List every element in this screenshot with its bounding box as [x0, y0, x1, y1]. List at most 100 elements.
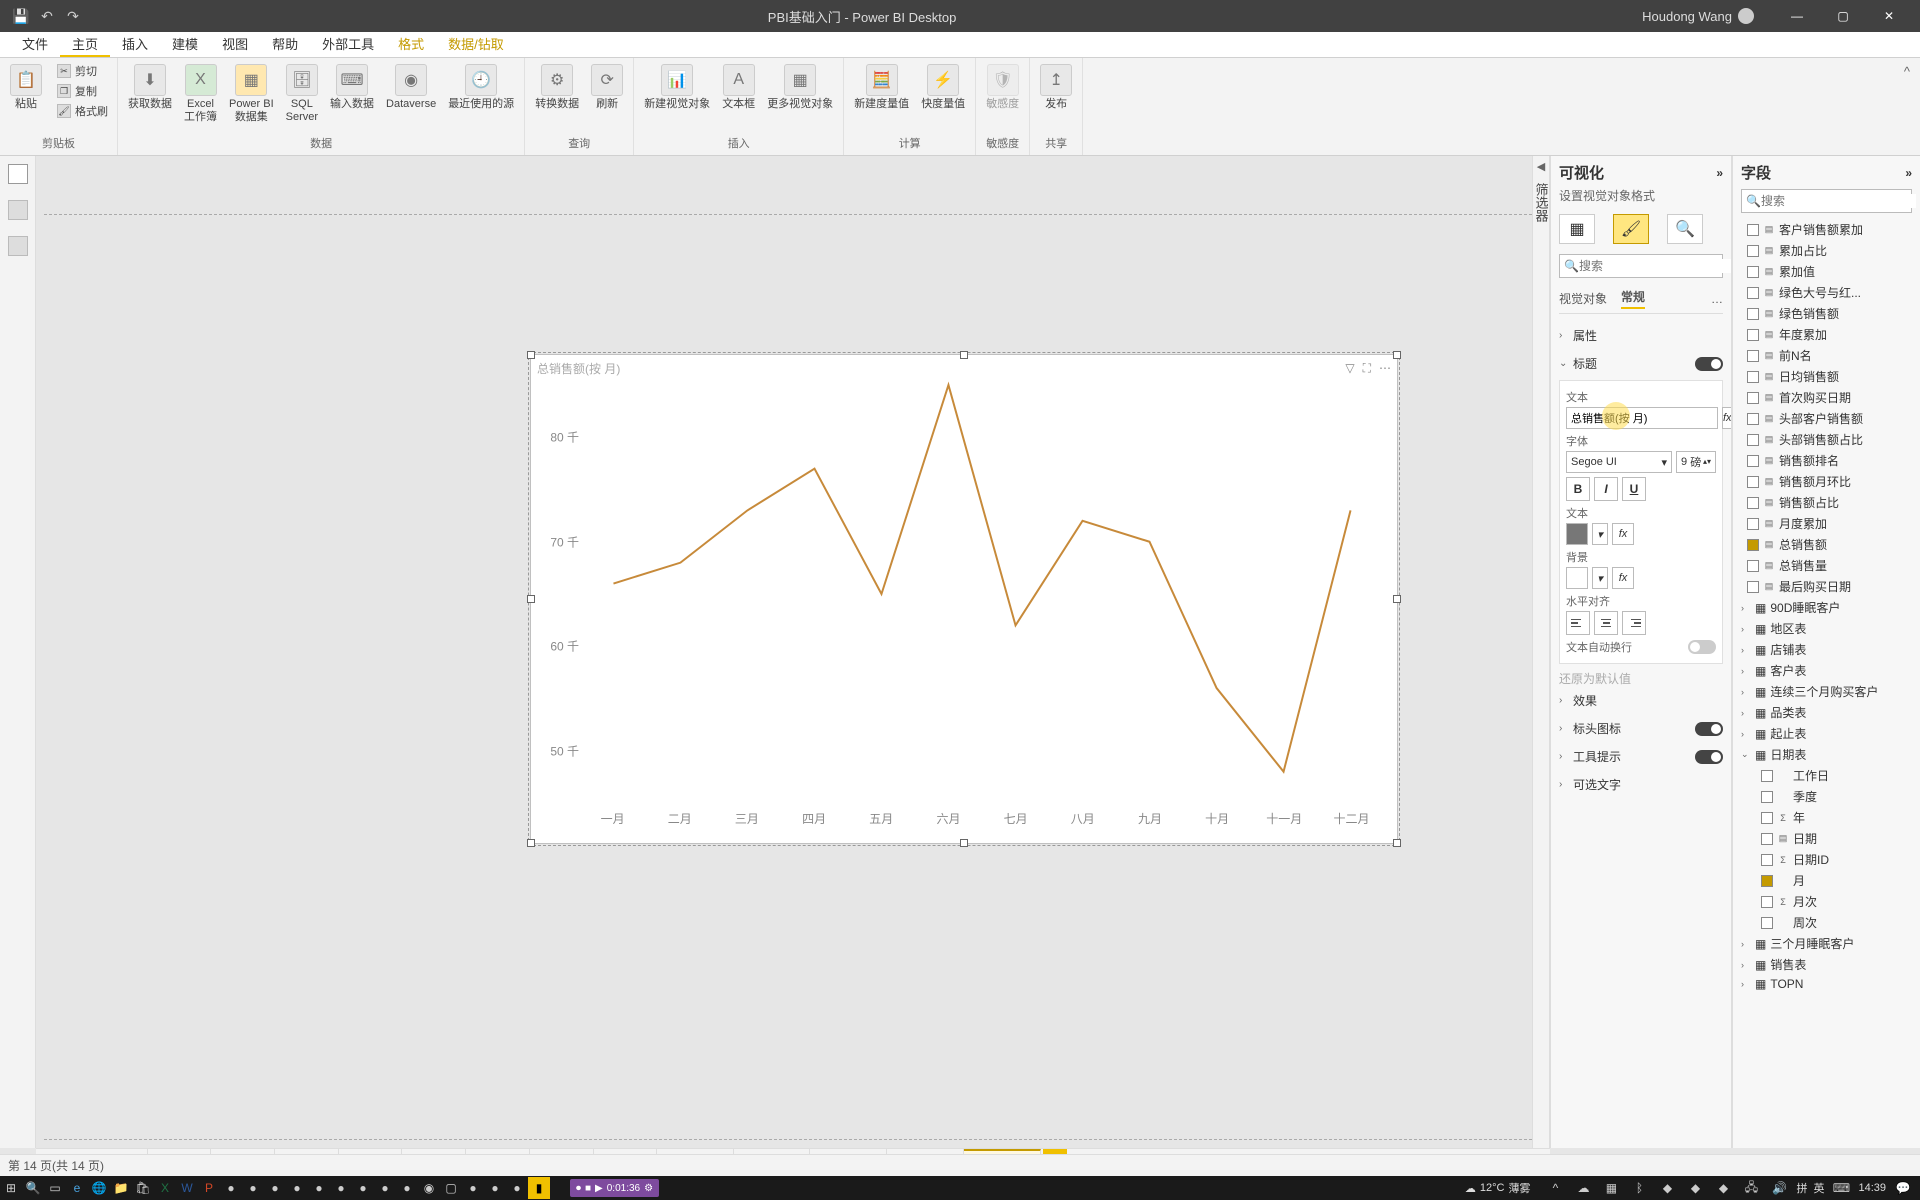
field-item[interactable]: 月 [1741, 870, 1912, 891]
field-item[interactable]: 周次 [1741, 912, 1912, 933]
tab-more[interactable]: … [1711, 292, 1723, 306]
color-dropdown-icon[interactable]: ▾ [1592, 523, 1608, 545]
sql-button[interactable]: 🗄SQL Server [282, 62, 322, 126]
undo-icon[interactable]: ↶ [38, 7, 56, 25]
tab-format[interactable]: 格式 [386, 32, 436, 57]
field-item[interactable]: ▤头部客户销售额 [1741, 408, 1912, 429]
section-effects[interactable]: ›效果 [1559, 687, 1723, 715]
checkbox[interactable] [1747, 371, 1759, 383]
more-visuals-button[interactable]: ▦更多视觉对象 [763, 62, 837, 113]
tray-network-icon[interactable]: 🖧 [1740, 1177, 1762, 1199]
field-item[interactable]: ▤日均销售额 [1741, 366, 1912, 387]
sensitivity-button[interactable]: 🛡敏感度 [982, 62, 1023, 113]
more-options-icon[interactable]: ⋯ [1379, 361, 1391, 376]
refresh-button[interactable]: ⟳刷新 [587, 62, 627, 113]
new-measure-button[interactable]: 🧮新建度量值 [850, 62, 913, 113]
font-family-select[interactable]: Segoe UI▾ [1566, 451, 1672, 473]
recent-sources-button[interactable]: 🕘最近使用的源 [444, 62, 518, 113]
checkbox[interactable] [1747, 434, 1759, 446]
tray-keyboard-icon[interactable]: ⌨ [1830, 1177, 1852, 1199]
recording-widget[interactable]: ⏺ ■▶ 0:01:36 ⚙ [570, 1179, 659, 1197]
expand-filters-icon[interactable]: ◀ [1537, 160, 1545, 173]
field-item[interactable]: Σ日期ID [1741, 849, 1912, 870]
bold-button[interactable]: B [1566, 477, 1590, 501]
tray-app1-icon[interactable]: ◆ [1656, 1177, 1678, 1199]
paste-button[interactable]: 📋 粘贴 [6, 62, 46, 113]
field-item[interactable]: ▤客户销售额累加 [1741, 219, 1912, 240]
notification-icon[interactable]: 💬 [1892, 1177, 1914, 1199]
app-pin4-icon[interactable]: ● [286, 1177, 308, 1199]
app-powerbi-icon[interactable]: ▮ [528, 1177, 550, 1199]
checkbox[interactable] [1747, 413, 1759, 425]
checkbox[interactable] [1747, 224, 1759, 236]
app-ppt-icon[interactable]: P [198, 1177, 220, 1199]
tray-volume-icon[interactable]: 🔊 [1768, 1177, 1790, 1199]
field-item[interactable]: Σ月次 [1741, 891, 1912, 912]
format-search-input[interactable] [1579, 259, 1732, 273]
field-item[interactable]: ▤累加占比 [1741, 240, 1912, 261]
app-pin1-icon[interactable]: ● [220, 1177, 242, 1199]
app-pin9-icon[interactable]: ● [396, 1177, 418, 1199]
expand-icon[interactable]: › [1741, 939, 1751, 949]
field-item[interactable]: ▤最后购买日期 [1741, 576, 1912, 597]
checkbox[interactable] [1747, 497, 1759, 509]
field-item[interactable]: ▤总销售量 [1741, 555, 1912, 576]
field-item[interactable]: ▤首次购买日期 [1741, 387, 1912, 408]
excel-button[interactable]: XExcel 工作簿 [180, 62, 221, 126]
app-edge-icon[interactable]: e [66, 1177, 88, 1199]
tray-calendar-icon[interactable]: ▦ [1600, 1177, 1622, 1199]
filter-icon[interactable]: ▽ [1345, 361, 1354, 376]
tray-bluetooth-icon[interactable]: ᛒ [1628, 1177, 1650, 1199]
tab-model[interactable]: 建模 [160, 32, 210, 57]
expand-icon[interactable]: › [1741, 666, 1751, 676]
tab-external[interactable]: 外部工具 [310, 32, 386, 57]
align-right-button[interactable] [1622, 611, 1646, 635]
app-pin11-icon[interactable]: ● [484, 1177, 506, 1199]
field-item[interactable]: ▤绿色销售额 [1741, 303, 1912, 324]
collapse-viz-pane-icon[interactable]: » [1716, 166, 1723, 180]
format-search[interactable]: 🔍 [1559, 254, 1723, 278]
expand-icon[interactable]: › [1741, 603, 1751, 613]
ribbon-collapse-button[interactable]: ^ [1894, 58, 1920, 155]
bg-dropdown-icon[interactable]: ▾ [1592, 567, 1608, 589]
app-pin5-icon[interactable]: ● [308, 1177, 330, 1199]
section-tooltip[interactable]: ›工具提示 [1559, 743, 1723, 771]
table-row[interactable]: ›▦TOPN [1741, 975, 1912, 993]
title-text-fx-button[interactable]: fx [1722, 407, 1732, 429]
tab-data-drill[interactable]: 数据/钻取 [436, 32, 516, 57]
ime-mode[interactable]: 拼 [1796, 1180, 1807, 1196]
field-item[interactable]: ▤月度累加 [1741, 513, 1912, 534]
filters-pane-collapsed[interactable]: ◀ 筛选器 [1532, 156, 1550, 1148]
checkbox[interactable] [1747, 560, 1759, 572]
checkbox[interactable] [1747, 350, 1759, 362]
task-view-icon[interactable]: ▭ [44, 1177, 66, 1199]
ime-lang[interactable]: 英 [1813, 1180, 1824, 1196]
data-view-icon[interactable] [8, 200, 28, 220]
checkbox[interactable] [1747, 455, 1759, 467]
table-row[interactable]: ›▦90D睡眠客户 [1741, 597, 1912, 618]
table-row[interactable]: ›▦三个月睡眠客户 [1741, 933, 1912, 954]
header-icons-toggle[interactable] [1695, 722, 1723, 736]
table-row[interactable]: ⌄▦日期表 [1741, 744, 1912, 765]
app-word-icon[interactable]: W [176, 1177, 198, 1199]
checkbox[interactable] [1747, 539, 1759, 551]
field-item[interactable]: 工作日 [1741, 765, 1912, 786]
bg-color-swatch[interactable] [1566, 567, 1588, 589]
app-pin7-icon[interactable]: ● [352, 1177, 374, 1199]
app-store-icon[interactable]: 🛍 [132, 1177, 154, 1199]
section-header-icons[interactable]: ›标头图标 [1559, 715, 1723, 743]
field-item[interactable]: ▤累加值 [1741, 261, 1912, 282]
get-data-button[interactable]: ⬇获取数据 [124, 62, 176, 113]
analytics-mode-icon[interactable]: 🔍 [1667, 214, 1703, 244]
field-item[interactable]: ▤绿色大号与红... [1741, 282, 1912, 303]
field-item[interactable]: ▤销售额月环比 [1741, 471, 1912, 492]
expand-icon[interactable]: › [1741, 708, 1751, 718]
align-left-button[interactable] [1566, 611, 1590, 635]
restore-defaults[interactable]: 还原为默认值 [1559, 670, 1723, 687]
checkbox[interactable] [1761, 770, 1773, 782]
format-painter-button[interactable]: 🖌格式刷 [54, 102, 111, 120]
align-center-button[interactable] [1594, 611, 1618, 635]
section-alt-text[interactable]: ›可选文字 [1559, 771, 1723, 799]
checkbox[interactable] [1747, 518, 1759, 530]
tab-help[interactable]: 帮助 [260, 32, 310, 57]
